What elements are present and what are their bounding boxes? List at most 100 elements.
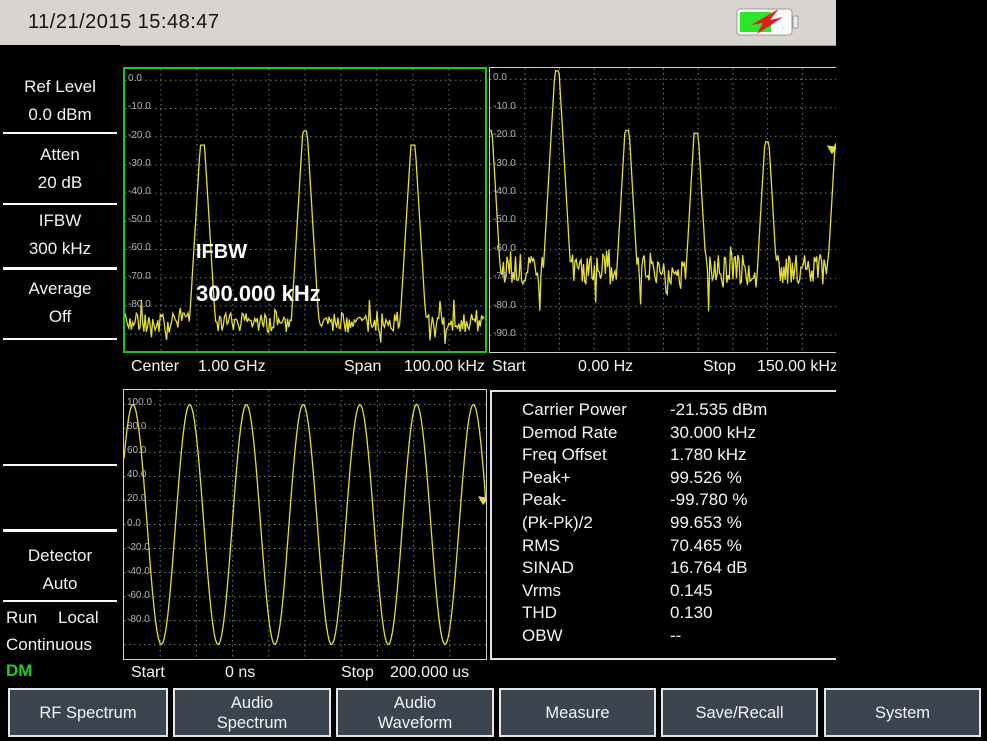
stop-freq-label: Stop	[703, 356, 736, 378]
stop-time-label: Stop	[341, 662, 374, 684]
meas-value: 30.000 kHz	[670, 422, 836, 445]
table-row: RMS70.465 %	[492, 535, 836, 558]
y-axis-tick-label: 0.0	[128, 73, 142, 85]
divider	[3, 132, 117, 134]
meas-value: -21.535 dBm	[670, 399, 836, 422]
table-row: Carrier Power-21.535 dBm	[492, 399, 836, 422]
audio-waveform-button-label: Audio	[394, 693, 436, 713]
rf-spectrum-button-label: RF Spectrum	[39, 703, 136, 723]
measure-button[interactable]: Measure	[499, 688, 656, 737]
softkey-sidebar: BW IFBW Average Off On Detector >	[836, 0, 987, 741]
y-axis-tick-label: -40.0	[128, 186, 151, 198]
measurement-results-table: Carrier Power-21.535 dBm Demod Rate30.00…	[490, 390, 838, 660]
y-axis-tick-label: -70.0	[493, 271, 516, 283]
atten-value: 20 dB	[0, 172, 120, 194]
meas-value: 0.145	[670, 580, 836, 603]
table-row: OBW--	[492, 625, 836, 648]
y-axis-tick-label: -80.0	[127, 614, 150, 626]
audio-spectrum-button[interactable]: AudioSpectrum	[173, 688, 331, 737]
analyzer-screen: 11/21/2015 15:48:47 Ref Level 0.0 dBm At…	[0, 0, 987, 741]
divider	[3, 464, 117, 466]
meas-label: Carrier Power	[492, 399, 670, 422]
meas-label: (Pk-Pk)/2	[492, 512, 670, 535]
ref-level-label: Ref Level	[0, 76, 120, 98]
meas-value: 70.465 %	[670, 535, 836, 558]
y-axis-tick-label: -50.0	[128, 214, 151, 226]
y-axis-tick-label: 60.0	[127, 445, 146, 457]
average-value: Off	[0, 306, 120, 328]
span-label: Span	[344, 356, 381, 378]
settings-sidebar: Ref Level 0.0 dBm Atten 20 dB IFBW 300 k…	[0, 45, 120, 685]
table-row: Vrms0.145	[492, 580, 836, 603]
local-status: Local	[52, 607, 118, 629]
rf-spectrum-chart[interactable]: IFBW 300.000 kHz 0.0-10.0-20.0-30.0-40.0…	[123, 67, 487, 353]
table-row: SINAD16.764 dB	[492, 557, 836, 580]
ifbw-overlay-title: IFBW	[196, 241, 247, 264]
meas-label: Demod Rate	[492, 422, 670, 445]
meas-label: RMS	[492, 535, 670, 558]
sweep-status: Continuous	[0, 634, 120, 656]
stop-freq-value: 150.00 kHz	[757, 356, 838, 378]
span-value: 100.00 kHz	[404, 356, 485, 378]
table-row: Freq Offset1.780 kHz	[492, 444, 836, 467]
y-axis-tick-label: 80.0	[127, 421, 146, 433]
audio-waveform-chart[interactable]: 100.0 80.0 60.0 40.0 20.0 0.0 -20.0 -40.0 -60.0 -…	[123, 389, 487, 660]
detector-label: Detector	[0, 545, 120, 567]
meas-value: 0.130	[670, 602, 836, 625]
system-button-label: System	[875, 703, 930, 723]
center-freq-value: 1.00 GHz	[198, 356, 266, 378]
table-row: Peak--99.780 %	[492, 489, 836, 512]
demod-mode-status: DM	[0, 660, 120, 682]
meas-label: Peak+	[492, 467, 670, 490]
y-axis-tick-label: -60.0	[128, 242, 151, 254]
divider	[3, 529, 117, 532]
meas-label: SINAD	[492, 557, 670, 580]
y-axis-tick-label: 0.0	[127, 518, 141, 530]
meas-value: 99.526 %	[670, 467, 836, 490]
average-label: Average	[0, 278, 120, 300]
datetime-display: 11/21/2015 15:48:47	[28, 11, 220, 34]
meas-label: Freq Offset	[492, 444, 670, 467]
audio-spectrum-button-label2: Spectrum	[217, 713, 288, 733]
y-axis-tick-label: -60.0	[127, 590, 150, 602]
divider	[3, 203, 117, 205]
divider	[3, 267, 117, 270]
divider	[3, 600, 117, 602]
start-time-label: Start	[131, 662, 165, 684]
y-axis-tick-label: 20.0	[127, 493, 146, 505]
battery-charging-icon	[736, 7, 800, 42]
y-axis-tick-label: -30.0	[493, 158, 516, 170]
meas-value: --	[670, 625, 836, 648]
y-axis-tick-label: -50.0	[493, 214, 516, 226]
atten-label: Atten	[0, 144, 120, 166]
rf-spectrum-button[interactable]: RF Spectrum	[8, 688, 168, 737]
audio-spectrum-button-label: Audio	[231, 693, 273, 713]
y-axis-tick-label: -40.0	[493, 186, 516, 198]
meas-label: THD	[492, 602, 670, 625]
measure-button-label: Measure	[545, 703, 609, 723]
start-freq-value: 0.00 Hz	[578, 356, 633, 378]
table-row: Peak+99.526 %	[492, 467, 836, 490]
y-axis-tick-label: -10.0	[128, 101, 151, 113]
start-time-value: 0 ns	[225, 662, 255, 684]
y-axis-tick-label: -80.0	[128, 299, 151, 311]
ifbw-value: 300 kHz	[0, 238, 120, 260]
audio-spectrum-chart[interactable]: 0.0-10.0-20.0-30.0-40.0-50.0-60.0-70.0-8…	[489, 67, 838, 353]
system-button[interactable]: System	[824, 688, 981, 737]
run-status: Run	[0, 607, 56, 629]
y-axis-tick-label: -80.0	[493, 300, 516, 312]
y-axis-tick-label: 100.0	[127, 397, 152, 409]
y-axis-tick-label: -40.0	[127, 566, 150, 578]
audio-waveform-button[interactable]: AudioWaveform	[336, 688, 494, 737]
save-recall-button[interactable]: Save/Recall	[661, 688, 818, 737]
y-axis-tick-label: -20.0	[127, 542, 150, 554]
y-axis-tick-label: -30.0	[128, 158, 151, 170]
meas-value: 1.780 kHz	[670, 444, 836, 467]
table-row: Demod Rate30.000 kHz	[492, 422, 836, 445]
y-axis-tick-label: -70.0	[128, 271, 151, 283]
y-axis-tick-label: -90.0	[493, 328, 516, 340]
start-freq-label: Start	[492, 356, 526, 378]
meas-label: OBW	[492, 625, 670, 648]
save-recall-button-label: Save/Recall	[695, 703, 783, 723]
y-axis-tick-label: 40.0	[127, 469, 146, 481]
